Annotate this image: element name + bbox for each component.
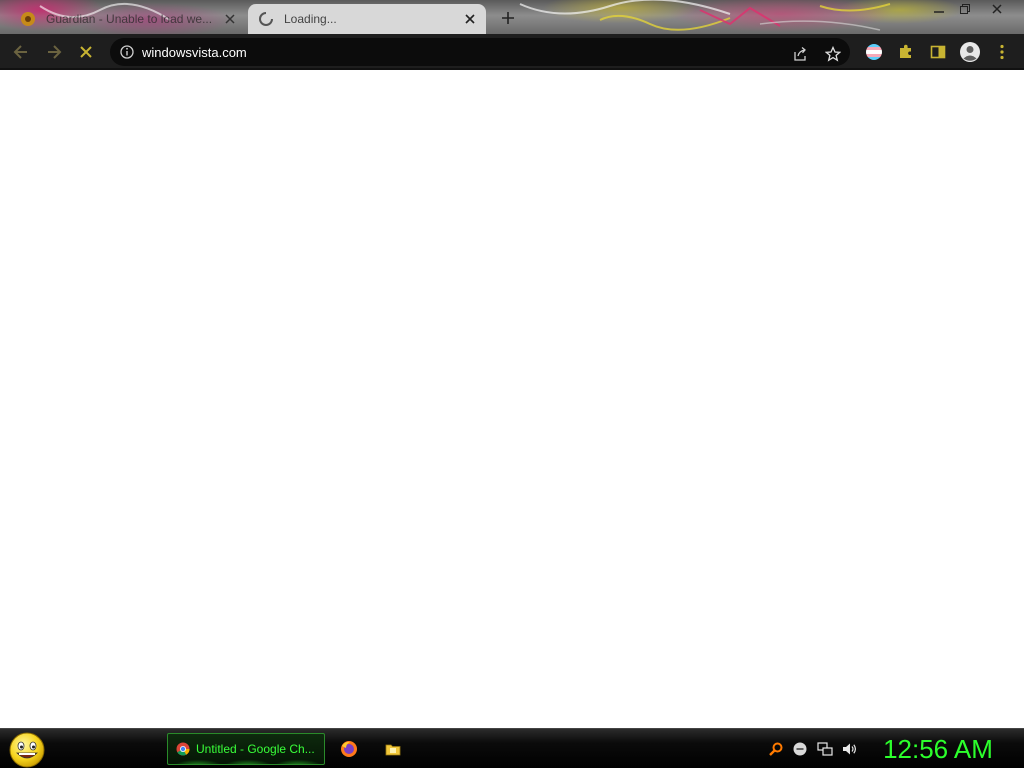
address-bar[interactable]: windowsvista.com — [110, 38, 850, 66]
extensions-button[interactable] — [894, 40, 918, 64]
loading-spinner-icon — [258, 11, 274, 27]
tab-close-icon[interactable] — [222, 11, 238, 27]
task-label: Untitled - Google Ch... — [196, 742, 315, 756]
taskbar-file-explorer[interactable] — [383, 739, 403, 759]
star-icon — [825, 46, 841, 62]
taskbar-firefox[interactable] — [339, 739, 359, 759]
chrome-icon — [176, 742, 190, 756]
tray-volume[interactable] — [841, 741, 857, 757]
close-window-button[interactable] — [984, 0, 1010, 18]
new-tab-button[interactable] — [498, 8, 518, 28]
restore-button[interactable] — [952, 0, 978, 18]
page-viewport[interactable] — [0, 70, 1024, 728]
tab-title: Loading... — [284, 12, 337, 26]
tab-strip: Guardian - Unable to load we... Loading.… — [0, 0, 1024, 34]
close-icon — [80, 46, 92, 58]
network-icon — [817, 742, 833, 756]
tab-close-icon[interactable] — [462, 11, 478, 27]
share-icon — [794, 47, 806, 61]
menu-button[interactable] — [990, 40, 1014, 64]
back-arrow-icon — [13, 45, 27, 59]
taskbar-chrome-window[interactable]: Untitled - Google Ch... — [167, 733, 325, 765]
forward-arrow-icon — [48, 45, 62, 59]
browser-toolbar: windowsvista.com — [0, 34, 1024, 70]
taskbar-clock[interactable]: 12:56 AM — [870, 734, 1006, 764]
url-text[interactable]: windowsvista.com — [142, 45, 247, 60]
tray-network[interactable] — [817, 741, 833, 757]
share-button[interactable] — [790, 44, 810, 64]
side-panel-icon — [930, 45, 946, 59]
side-panel-button[interactable] — [926, 40, 950, 64]
bookmark-button[interactable] — [823, 44, 843, 64]
search-icon — [769, 742, 783, 756]
start-button[interactable] — [8, 731, 46, 768]
volume-icon — [843, 743, 856, 755]
tray-status[interactable] — [792, 741, 808, 757]
folder-icon — [385, 744, 401, 756]
tab-title: Guardian - Unable to load we... — [46, 12, 213, 26]
kebab-menu-icon — [1000, 44, 1004, 60]
trans-flag-icon — [866, 44, 882, 60]
info-icon — [120, 45, 134, 59]
firefox-icon — [341, 741, 357, 757]
extension-flag-button[interactable] — [862, 40, 886, 64]
puzzle-icon — [900, 44, 911, 58]
avatar-icon — [960, 42, 980, 62]
profile-button[interactable] — [958, 40, 982, 64]
minimize-button[interactable] — [926, 0, 952, 18]
forward-button[interactable] — [42, 40, 66, 64]
back-button[interactable] — [9, 40, 33, 64]
minus-circle-icon — [793, 742, 807, 756]
guardian-favicon-icon — [20, 11, 36, 27]
smiley-start-icon — [9, 732, 45, 768]
taskbar: Untitled - Google Ch... 12:56 AM — [0, 728, 1024, 768]
stop-loading-button[interactable] — [74, 40, 98, 64]
tab-loading[interactable]: Loading... — [248, 4, 486, 34]
tray-search[interactable] — [768, 741, 784, 757]
tab-guardian[interactable]: Guardian - Unable to load we... — [10, 4, 246, 34]
